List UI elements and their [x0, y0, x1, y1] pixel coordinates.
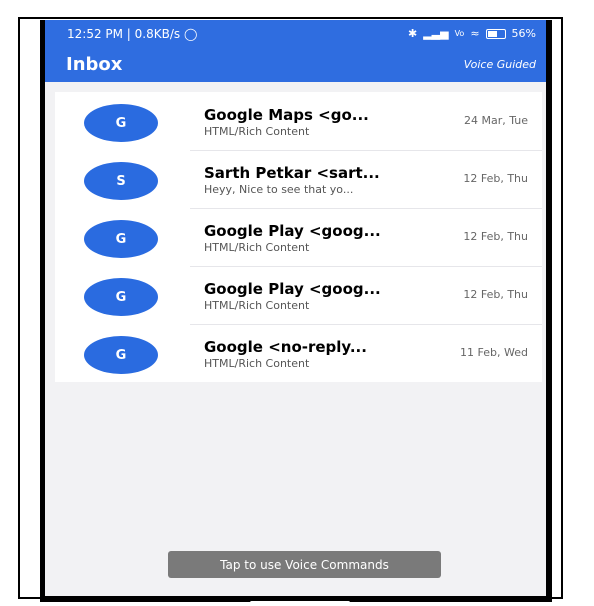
email-sender: Google <no-reply... — [204, 338, 367, 356]
email-content: Google <no-reply... HTML/Rich Content 11… — [190, 324, 542, 382]
wifi-icon: ≈ — [470, 27, 480, 40]
email-date: 12 Feb, Thu — [463, 288, 528, 301]
email-content: Google Play <goog... HTML/Rich Content 1… — [190, 266, 542, 325]
email-date: 12 Feb, Thu — [463, 172, 528, 185]
signal-icon: ▂▃▅ — [423, 27, 449, 40]
email-preview: HTML/Rich Content — [204, 125, 310, 138]
email-row[interactable]: G Google Play <goog... HTML/Rich Content… — [55, 266, 542, 325]
email-row[interactable]: S Sarth Petkar <sart... Heyy, Nice to se… — [55, 150, 542, 209]
email-preview: HTML/Rich Content — [204, 299, 310, 312]
status-icons: ✱ ▂▃▅ Vo ≈ 56% — [408, 27, 536, 40]
email-date: 11 Feb, Wed — [460, 346, 528, 359]
bluetooth-icon: ✱ — [407, 27, 418, 40]
email-date: 12 Feb, Thu — [463, 230, 528, 243]
avatar: G — [84, 220, 158, 258]
home-indicator[interactable] — [250, 601, 350, 602]
app-bar: Inbox Voice Guided — [45, 46, 546, 82]
email-content: Google Maps <go... HTML/Rich Content 24 … — [190, 92, 542, 151]
email-row[interactable]: G Google Play <goog... HTML/Rich Content… — [55, 208, 542, 267]
alarm-icon: ◯ — [183, 27, 198, 41]
battery-percent: 56% — [511, 27, 536, 40]
avatar: G — [84, 278, 158, 316]
status-bar: 12:52 PM | 0.8KB/s ◯ ✱ ▂▃▅ Vo ≈ 56% — [45, 20, 546, 46]
avatar: G — [84, 104, 158, 142]
email-date: 24 Mar, Tue — [463, 114, 528, 127]
email-sender: Google Maps <go... — [204, 106, 369, 124]
phone-screen: 12:52 PM | 0.8KB/s ◯ ✱ ▂▃▅ Vo ≈ 56% Inbo… — [40, 20, 552, 602]
status-time-text: 12:52 PM | 0.8KB/s — [67, 27, 181, 41]
status-time: 12:52 PM | 0.8KB/s ◯ — [67, 27, 197, 41]
page-title: Inbox — [66, 54, 123, 75]
avatar: G — [84, 336, 158, 374]
email-preview: HTML/Rich Content — [204, 241, 310, 254]
email-sender: Sarth Petkar <sart... — [204, 164, 380, 182]
navigation-bar — [40, 596, 552, 602]
email-list: G Google Maps <go... HTML/Rich Content 2… — [55, 92, 542, 382]
email-content: Sarth Petkar <sart... Heyy, Nice to see … — [190, 150, 542, 209]
email-sender: Google Play <goog... — [204, 280, 381, 298]
voice-commands-button[interactable]: Tap to use Voice Commands — [168, 551, 441, 578]
avatar: S — [84, 162, 158, 200]
voice-guided-label[interactable]: Voice Guided — [464, 58, 536, 71]
battery-icon — [485, 28, 506, 39]
email-preview: Heyy, Nice to see that yo... — [204, 183, 354, 196]
email-preview: HTML/Rich Content — [204, 357, 310, 370]
app-screen: 12:52 PM | 0.8KB/s ◯ ✱ ▂▃▅ Vo ≈ 56% Inbo… — [45, 20, 546, 596]
vowifi-icon: Vo — [454, 29, 465, 38]
email-sender: Google Play <goog... — [204, 222, 381, 240]
email-row[interactable]: G Google <no-reply... HTML/Rich Content … — [55, 324, 542, 382]
email-content: Google Play <goog... HTML/Rich Content 1… — [190, 208, 542, 267]
email-row[interactable]: G Google Maps <go... HTML/Rich Content 2… — [55, 92, 542, 151]
